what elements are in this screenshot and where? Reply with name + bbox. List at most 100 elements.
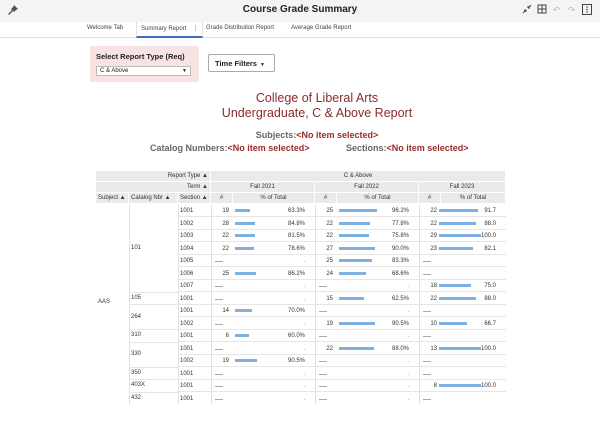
count-header-1: # [315, 193, 337, 204]
report-type-value-header: C & Above [211, 171, 506, 182]
count-cell: 22 [430, 208, 437, 214]
percent-cell: 90.5% [287, 358, 305, 364]
percent-cell: 75.0 [484, 283, 496, 289]
section-cell: 1001 [180, 208, 194, 214]
report-type-label: Select Report Type (Req) [96, 52, 185, 61]
count-cell: 18 [430, 283, 437, 289]
catalog-filter-text: Catalog Numbers:<No item selected> [150, 143, 310, 153]
redo-icon[interactable]: ↷ [566, 4, 577, 16]
empty-dash [319, 286, 327, 287]
tab-welcome[interactable]: Welcome Tab [87, 25, 123, 31]
percent-cell: 88.0% [391, 345, 409, 352]
title-bar: Course Grade Summary ↶ ↷ [0, 0, 600, 22]
term-header-label: Term [187, 184, 201, 190]
section-header[interactable]: Section ▲ [178, 193, 211, 204]
empty-dot: . [407, 395, 409, 402]
table-row: 1004 22 78.6% 27 90.0% 23 82.1 [178, 243, 506, 255]
table-row: 1001.. [178, 368, 506, 380]
kebab-menu-icon[interactable]: ⋮ [192, 26, 198, 32]
toolbar-icons: ↶ ↷ [521, 4, 592, 16]
table-row: 1006 25 86.2% 24 68.6% [178, 268, 506, 280]
table-row: 1001 19 63.3% 25 96.2% 22 91.7 [178, 205, 506, 217]
section-cell: 1001 [180, 345, 194, 352]
count-cell: 6 [225, 333, 229, 339]
count-cell: 24 [326, 270, 333, 277]
section-cell: 1001 [180, 370, 194, 377]
empty-dot: . [303, 345, 305, 352]
percent-bar [235, 309, 252, 312]
subjects-value: <No item selected> [296, 130, 379, 140]
percent-cell: 75.8% [391, 233, 409, 239]
count-cell: 29 [430, 233, 437, 239]
catalog-value: <No item selected> [227, 143, 310, 153]
section-cell: 1001 [180, 395, 194, 402]
tab-summary-report[interactable]: Summary Report ⋮ [136, 22, 204, 38]
report-type-value: C & Above [100, 68, 129, 74]
empty-dash [423, 261, 431, 262]
percent-cell: 63.3% [287, 208, 305, 214]
count-cell: 8 [433, 383, 437, 389]
empty-dot: . [303, 320, 305, 327]
section-cell: 1006 [180, 270, 194, 277]
section-cell: 1001 [180, 383, 194, 389]
catalog-label: Catalog Numbers: [150, 143, 228, 153]
percent-cell: 96.2% [391, 208, 409, 214]
count-header-2: # [419, 193, 441, 204]
table-row: 1002 28 84.8% 22 77.8% 22 88.0 [178, 218, 506, 230]
empty-dash [215, 398, 223, 400]
empty-dash [319, 373, 327, 375]
empty-dash [215, 286, 223, 287]
section-cell: 1001 [180, 295, 194, 302]
catalog-header[interactable]: Catalog Nbr ▲ [129, 193, 178, 204]
time-filters-button[interactable]: Time Filters ▼ [208, 54, 275, 72]
count-cell: 27 [326, 245, 333, 252]
tab-average-grade[interactable]: Average Grade Report [291, 25, 351, 31]
table-row: 1001. 15 62.5% 22 88.0 [178, 293, 506, 305]
catalog-cell: 264 [131, 313, 142, 320]
term-header-1: Fall 2022 [315, 182, 419, 193]
count-cell: 15 [326, 295, 333, 302]
table-row: 1002. 19 90.5% 10 66.7 [178, 318, 506, 330]
percent-cell: 81.5% [287, 233, 305, 239]
subject-header[interactable]: Subject ▲ [96, 193, 129, 204]
summary-table: Report Type ▲ C & Above Term ▲ Fall 2021… [96, 171, 506, 404]
report-type-header[interactable]: Report Type ▲ [96, 171, 211, 182]
count-cell: 22 [222, 245, 229, 252]
tab-grade-distribution[interactable]: Grade Distribution Report [206, 25, 274, 31]
table-row: 1007.. 18 75.0 [178, 280, 506, 292]
percent-cell: 100.0 [480, 233, 496, 239]
section-cell: 1002 [180, 358, 194, 364]
pct-header-0: % of Total [233, 193, 315, 204]
report-type-select[interactable]: C & Above ▼ [96, 66, 191, 76]
percent-bar [339, 221, 371, 225]
empty-dash [215, 348, 223, 350]
pct-header-2: % of Total [441, 193, 506, 204]
table-row: 1001 14 70.0%. [178, 305, 506, 317]
more-icon[interactable] [581, 4, 592, 16]
pct-header-1: % of Total [337, 193, 419, 204]
sections-filter-text: Sections:<No item selected> [346, 143, 469, 153]
percent-cell: 68.6% [391, 270, 409, 277]
percent-cell: 100.0 [480, 345, 496, 352]
section-cell: 1002 [180, 220, 194, 227]
count-cell: 28 [222, 220, 229, 227]
percent-cell: 100.0 [480, 383, 496, 389]
empty-dot: . [303, 383, 305, 389]
empty-dash [215, 298, 223, 300]
count-cell: 23 [430, 245, 437, 252]
percent-cell: 62.5% [391, 295, 409, 302]
term-header[interactable]: Term ▲ [96, 182, 211, 193]
report-type-header-label: Report Type [167, 173, 201, 179]
table-row: 1005. 25 83.3% [178, 255, 506, 267]
collapse-arrows-icon[interactable] [521, 4, 532, 16]
grid-icon[interactable] [536, 4, 547, 16]
empty-dot: . [407, 308, 409, 314]
empty-dot: . [407, 333, 409, 339]
table-row: 1001.. 8 100.0 [178, 380, 506, 392]
section-header-label: Section [180, 195, 201, 201]
percent-bar [235, 359, 257, 362]
count-cell: 10 [430, 320, 437, 327]
count-cell: 22 [326, 345, 333, 352]
undo-icon[interactable]: ↶ [551, 4, 562, 16]
empty-dash [319, 386, 327, 387]
